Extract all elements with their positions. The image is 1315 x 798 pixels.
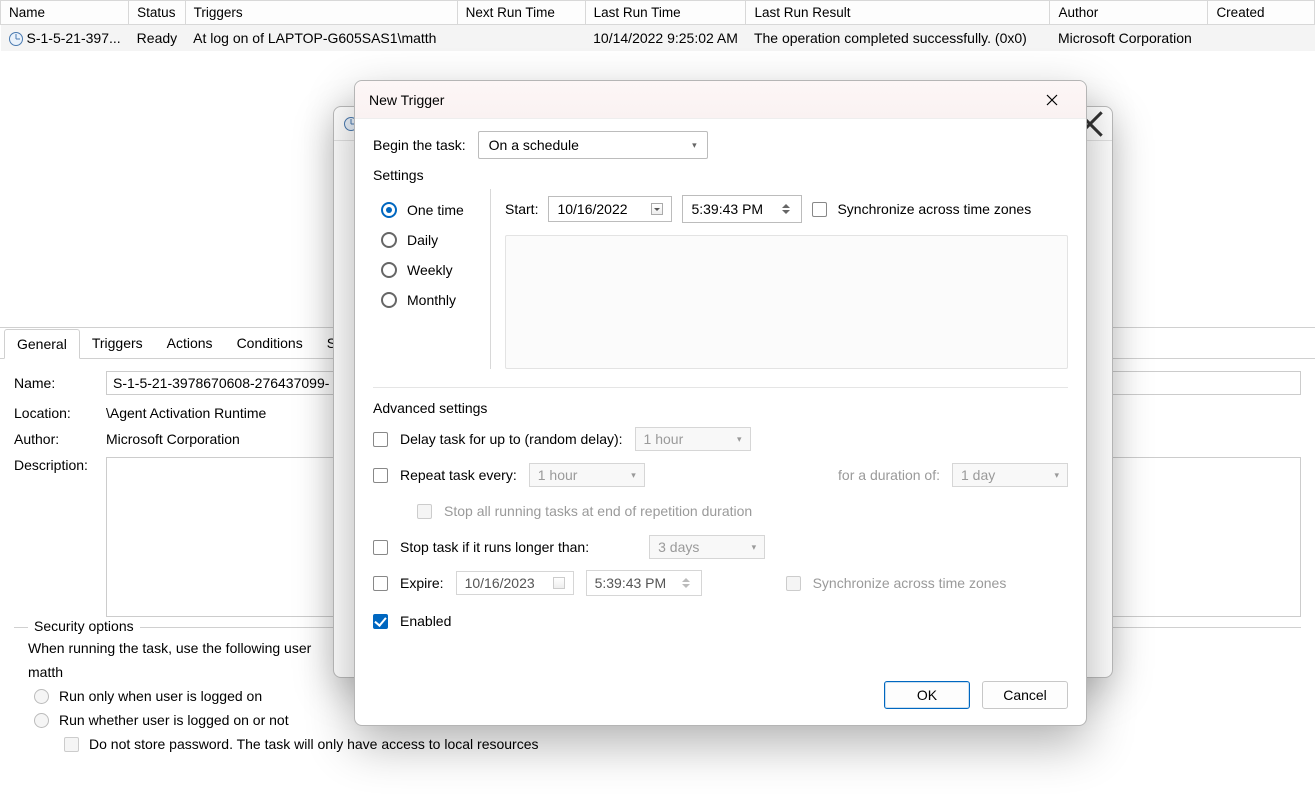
tab-conditions[interactable]: Conditions (225, 329, 315, 359)
checkbox-sync-tz[interactable] (812, 202, 827, 217)
description-label: Description: (14, 457, 106, 473)
radio-weekly[interactable]: Weekly (381, 255, 490, 285)
begin-task-label: Begin the task: (373, 137, 466, 153)
task-author: Microsoft Corporation (1050, 25, 1208, 52)
radio-run-logged-on (34, 689, 49, 704)
checkbox-delay-task[interactable] (373, 432, 388, 447)
radio-daily[interactable]: Daily (381, 225, 490, 255)
calendar-dropdown-icon[interactable] (651, 203, 663, 215)
radio-monthly[interactable]: Monthly (381, 285, 490, 315)
dialog-titlebar[interactable]: New Trigger (355, 81, 1086, 119)
task-lastrun: 10/14/2022 9:25:02 AM (585, 25, 746, 52)
schedule-details-area (505, 235, 1068, 369)
start-time-input[interactable]: 5:39:43 PM (682, 195, 802, 223)
enabled-label: Enabled (400, 613, 451, 629)
ok-button[interactable]: OK (884, 681, 970, 709)
dialog-title: New Trigger (369, 92, 444, 108)
expire-label: Expire: (400, 575, 444, 591)
duration-label: for a duration of: (838, 467, 940, 483)
time-spinner[interactable] (779, 200, 793, 218)
duration-combo: 1 day▾ (952, 463, 1068, 487)
col-header-author[interactable]: Author (1050, 1, 1208, 25)
checkbox-expire-sync-tz (786, 576, 801, 591)
settings-group-label: Settings (373, 167, 1068, 183)
checkbox-expire[interactable] (373, 576, 388, 591)
start-date-input[interactable]: 10/16/2022 (548, 196, 672, 222)
location-label: Location: (14, 405, 106, 421)
task-row[interactable]: S-1-5-21-397... Ready At log on of LAPTO… (1, 25, 1315, 52)
new-trigger-dialog: New Trigger Begin the task: On a schedul… (354, 80, 1087, 726)
chevron-down-icon: ▾ (692, 140, 697, 151)
checkbox-stop-all-tasks (417, 504, 432, 519)
delay-task-label: Delay task for up to (random delay): (400, 431, 623, 447)
recurrence-column: One time Daily Weekly Monthly (373, 189, 491, 369)
radio-icon (381, 232, 397, 248)
col-header-lastrun[interactable]: Last Run Time (585, 1, 746, 25)
task-status: Ready (129, 25, 185, 52)
task-nextrun (457, 25, 585, 52)
radio-run-whether (34, 713, 49, 728)
delay-task-combo: 1 hour▾ (635, 427, 751, 451)
checkbox-enabled[interactable] (373, 614, 388, 629)
advanced-settings-label: Advanced settings (373, 400, 1068, 416)
run-whether-label: Run whether user is logged on or not (59, 712, 289, 728)
radio-icon (381, 202, 397, 218)
radio-one-time[interactable]: One time (381, 195, 490, 225)
security-options-legend: Security options (28, 618, 140, 634)
repeat-task-label: Repeat task every: (400, 467, 517, 483)
expire-time-input: 5:39:43 PM (586, 570, 702, 596)
expire-sync-label: Synchronize across time zones (813, 575, 1007, 591)
time-spinner (679, 574, 693, 592)
run-logged-on-label: Run only when user is logged on (59, 688, 262, 704)
task-name: S-1-5-21-397... (27, 30, 121, 46)
radio-icon (381, 292, 397, 308)
col-header-lastresult[interactable]: Last Run Result (746, 1, 1050, 25)
checkbox-no-store-password (64, 737, 79, 752)
no-store-password-label: Do not store password. The task will onl… (89, 736, 539, 752)
begin-task-value: On a schedule (489, 137, 579, 153)
tab-triggers[interactable]: Triggers (80, 329, 155, 359)
checkbox-stop-if-longer[interactable] (373, 540, 388, 555)
start-label: Start: (505, 201, 538, 217)
col-header-name[interactable]: Name (1, 1, 129, 25)
tab-general[interactable]: General (4, 329, 80, 359)
col-header-nextrun[interactable]: Next Run Time (457, 1, 585, 25)
calendar-dropdown-icon (553, 577, 565, 589)
col-header-status[interactable]: Status (129, 1, 185, 25)
stop-if-combo: 3 days▾ (649, 535, 765, 559)
task-icon (9, 32, 23, 46)
begin-task-combo[interactable]: On a schedule ▾ (478, 131, 708, 159)
dialog-close-button[interactable] (1032, 86, 1072, 114)
expire-date-input: 10/16/2023 (456, 571, 574, 595)
author-label: Author: (14, 431, 106, 447)
cancel-button[interactable]: Cancel (982, 681, 1068, 709)
stop-all-label: Stop all running tasks at end of repetit… (444, 503, 752, 519)
task-triggers: At log on of LAPTOP-G605SAS1\matth (185, 25, 457, 52)
stop-if-label: Stop task if it runs longer than: (400, 539, 589, 555)
radio-icon (381, 262, 397, 278)
task-lastresult: The operation completed successfully. (0… (746, 25, 1050, 52)
tab-actions[interactable]: Actions (155, 329, 225, 359)
checkbox-repeat-task[interactable] (373, 468, 388, 483)
name-label: Name: (14, 375, 106, 391)
col-header-triggers[interactable]: Triggers (185, 1, 457, 25)
repeat-every-combo: 1 hour▾ (529, 463, 645, 487)
sync-tz-label: Synchronize across time zones (837, 201, 1031, 217)
col-header-created[interactable]: Created (1208, 1, 1315, 25)
task-list-table[interactable]: Name Status Triggers Next Run Time Last … (0, 0, 1315, 51)
task-created (1208, 25, 1315, 52)
close-icon (1046, 94, 1058, 106)
